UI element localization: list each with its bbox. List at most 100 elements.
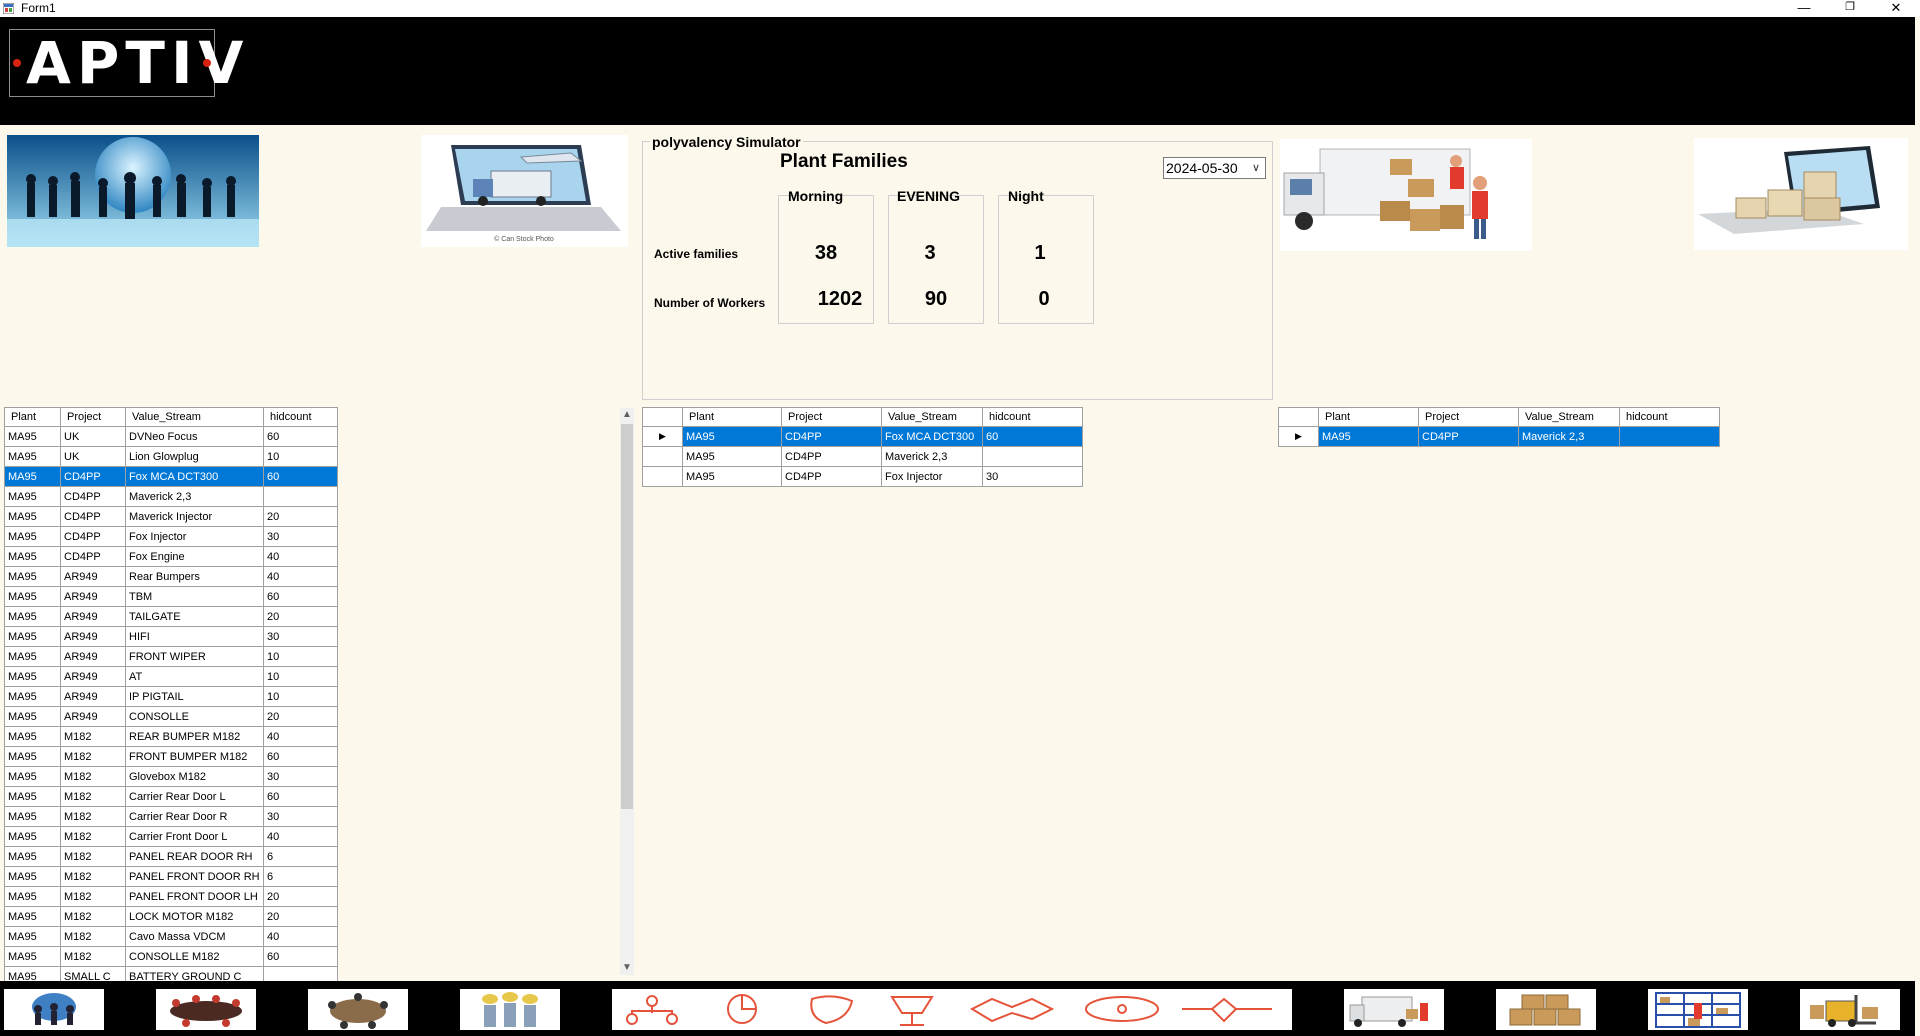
table-row[interactable]: MA95 CD4PP Fox Injector 30 [4,526,338,547]
morning-selection-table[interactable]: Plant Project Value_Stream hidcount ▶ MA9… [642,407,1083,487]
cell-value-stream[interactable]: Rear Bumpers [125,566,264,587]
cell-project[interactable]: M182 [60,886,126,907]
table-row[interactable]: MA95 M182 LOCK MOTOR M182 20 [4,906,338,927]
cell-project[interactable]: UK [60,426,126,447]
cell-value-stream[interactable]: Lion Glowplug [125,446,264,467]
cell-project[interactable]: AR949 [60,606,126,627]
cell-plant[interactable]: MA95 [4,826,61,847]
column-header-plant[interactable]: Plant [1318,407,1419,427]
cell-hidcount[interactable]: 40 [263,826,338,847]
cell-project[interactable]: M182 [60,766,126,787]
cell-hidcount[interactable] [1619,426,1720,447]
table-row[interactable]: MA95 UK Lion Glowplug 10 [4,446,338,467]
scroll-up-arrow-icon[interactable]: ▲ [620,408,634,422]
cell-value-stream[interactable]: AT [125,666,264,687]
row-header[interactable]: ▶ [1278,426,1319,447]
cell-value-stream[interactable]: Maverick 2,3 [125,486,264,507]
restore-button[interactable]: ❐ [1827,0,1873,17]
table-row[interactable]: MA95 M182 Glovebox M182 30 [4,766,338,787]
cell-hidcount[interactable]: 20 [263,606,338,627]
table-row[interactable]: MA95 M182 REAR BUMPER M182 40 [4,726,338,747]
table-row[interactable]: MA95 AR949 TAILGATE 20 [4,606,338,627]
cell-hidcount[interactable]: 30 [263,626,338,647]
cell-value-stream[interactable]: CONSOLLE [125,706,264,727]
cell-project[interactable]: CD4PP [781,446,882,467]
cell-value-stream[interactable]: Fox Engine [125,546,264,567]
cell-hidcount[interactable]: 20 [263,706,338,727]
cell-value-stream[interactable]: DVNeo Focus [125,426,264,447]
cell-value-stream[interactable]: REAR BUMPER M182 [125,726,264,747]
scroll-thumb[interactable] [621,424,633,809]
cell-hidcount[interactable]: 10 [263,446,338,467]
cell-hidcount[interactable]: 20 [263,886,338,907]
cell-value-stream[interactable]: FRONT WIPER [125,646,264,667]
cell-value-stream[interactable]: LOCK MOTOR M182 [125,906,264,927]
team-meeting-button[interactable] [4,989,104,1030]
cell-project[interactable]: CD4PP [60,506,126,527]
cell-plant[interactable]: MA95 [4,506,61,527]
cell-value-stream[interactable]: TAILGATE [125,606,264,627]
cell-hidcount[interactable]: 20 [263,906,338,927]
table-row[interactable]: ▶ MA95 CD4PP Maverick 2,3 [1278,426,1720,447]
table-row[interactable]: MA95 AR949 Rear Bumpers 40 [4,566,338,587]
table-row[interactable]: MA95 AR949 FRONT WIPER 10 [4,646,338,667]
cell-project[interactable]: CD4PP [781,426,882,447]
cell-value-stream[interactable]: Cavo Massa VDCM [125,926,264,947]
cell-project[interactable]: AR949 [60,706,126,727]
cell-plant[interactable]: MA95 [4,546,61,567]
cell-value-stream[interactable]: Fox MCA DCT300 [125,466,264,487]
table-row[interactable]: MA95 CD4PP Fox MCA DCT300 60 [4,466,338,487]
cell-plant[interactable]: MA95 [4,786,61,807]
cell-hidcount[interactable]: 10 [263,686,338,707]
column-header-hidcount[interactable]: hidcount [1619,407,1720,427]
column-header-project[interactable]: Project [60,407,126,427]
table-row[interactable]: MA95 M182 Carrier Front Door L 40 [4,826,338,847]
row-header[interactable] [642,446,683,467]
cell-value-stream[interactable]: TBM [125,586,264,607]
cell-hidcount[interactable]: 60 [982,426,1083,447]
cell-project[interactable]: M182 [60,946,126,967]
cell-value-stream[interactable]: PANEL FRONT DOOR RH [125,866,264,887]
table-row[interactable]: MA95 AR949 TBM 60 [4,586,338,607]
cell-value-stream[interactable]: Maverick Injector [125,506,264,527]
date-picker[interactable]: 2024-05-30 ∨ [1163,157,1266,179]
cell-hidcount[interactable] [263,486,338,507]
cell-value-stream[interactable]: CONSOLLE M182 [125,946,264,967]
cell-plant[interactable]: MA95 [4,606,61,627]
column-header-value-stream[interactable]: Value_Stream [125,407,264,427]
cell-plant[interactable]: MA95 [4,626,61,647]
cell-hidcount[interactable]: 40 [263,566,338,587]
table-row[interactable]: MA95 CD4PP Fox Engine 40 [4,546,338,567]
cell-hidcount[interactable]: 60 [263,426,338,447]
cell-hidcount[interactable]: 60 [263,746,338,767]
cell-value-stream[interactable]: Fox Injector [881,466,983,487]
cell-value-stream[interactable]: PANEL REAR DOOR RH [125,846,264,867]
table-row[interactable]: MA95 M182 CONSOLLE M182 60 [4,946,338,967]
cell-plant[interactable]: MA95 [4,746,61,767]
cell-value-stream[interactable]: Maverick 2,3 [881,446,983,467]
cell-project[interactable]: AR949 [60,646,126,667]
table-row[interactable]: MA95 AR949 CONSOLLE 20 [4,706,338,727]
cell-plant[interactable]: MA95 [4,566,61,587]
cell-plant[interactable]: MA95 [4,906,61,927]
cell-value-stream[interactable]: Maverick 2,3 [1518,426,1620,447]
cell-plant[interactable]: MA95 [4,926,61,947]
cell-plant[interactable]: MA95 [4,426,61,447]
cell-plant[interactable]: MA95 [4,886,61,907]
minimize-button[interactable]: — [1781,0,1827,17]
cell-plant[interactable]: MA95 [4,866,61,887]
cell-hidcount[interactable]: 60 [263,946,338,967]
cell-value-stream[interactable]: HIFI [125,626,264,647]
cell-project[interactable]: AR949 [60,586,126,607]
cell-value-stream[interactable]: Fox MCA DCT300 [881,426,983,447]
cell-plant[interactable]: MA95 [682,446,782,467]
round-table-button[interactable] [308,989,408,1030]
cell-project[interactable]: M182 [60,906,126,927]
table-row[interactable]: MA95 CD4PP Fox Injector 30 [642,466,1083,487]
cell-value-stream[interactable]: Glovebox M182 [125,766,264,787]
cell-hidcount[interactable]: 40 [263,726,338,747]
cell-hidcount[interactable]: 40 [263,546,338,567]
cell-value-stream[interactable]: Carrier Front Door L [125,826,264,847]
table-row[interactable]: MA95 M182 PANEL FRONT DOOR RH 6 [4,866,338,887]
cell-plant[interactable]: MA95 [4,806,61,827]
